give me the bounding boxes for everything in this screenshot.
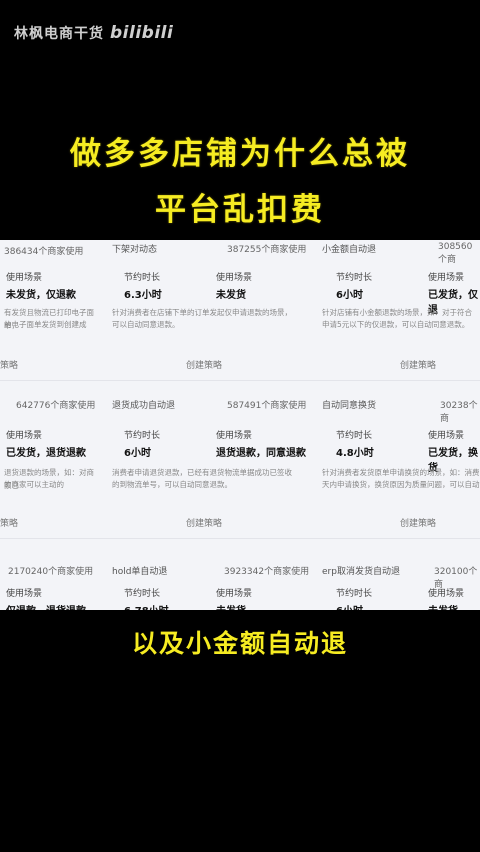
time-label: 节约时长 xyxy=(336,589,373,599)
scene-label: 使用场景 xyxy=(6,431,43,441)
strategy-card: 下架对动态 387255个商家使用 节约时长 6.3小时 使用场景 未发货 针对… xyxy=(112,240,312,360)
time-value: 6.78小时 xyxy=(124,602,169,610)
scene-label: 使用场景 xyxy=(216,273,253,283)
usage-count: 386434个商家使用 xyxy=(4,247,84,257)
strategy-card: hold单自动退 3923342个商家使用 节约时长 6.78小时 使用场景 未… xyxy=(112,550,312,610)
caption-subtitle: 以及小金额自动退 xyxy=(131,629,348,658)
scene-label: 使用场景 xyxy=(428,431,465,441)
scene-value: 未发货 xyxy=(216,602,246,610)
card-description: 申请5元以下的仅退款，可以自动同意退款。 xyxy=(322,320,470,329)
usage-count: 30238个商 xyxy=(440,401,478,424)
scene-label: 使用场景 xyxy=(6,589,43,599)
time-value: 6小时 xyxy=(336,602,363,610)
usage-count: 2170240个商家使用 xyxy=(8,567,94,577)
strategy-card: 2170240个商家使用 使用场景 仅退款，退货退款 xyxy=(0,550,100,610)
strategy-card: 退货成功自动退 587491个商家使用 节约时长 6小时 使用场景 退货退款，同… xyxy=(112,390,312,510)
card-description: 的电子面单发货到创建成 xyxy=(4,320,87,329)
time-value: 6小时 xyxy=(336,290,363,301)
usage-count: 587491个商家使用 xyxy=(227,401,307,411)
bilibili-logo: bilibili xyxy=(110,23,174,43)
scene-value: 未发货 xyxy=(428,602,458,610)
card-description: 天内申请换货，换货原因为质量问题，可以自动 xyxy=(322,480,480,489)
time-value: 6.3小时 xyxy=(124,290,162,301)
card-description: 的到物流单号，可以自动同意退款。 xyxy=(112,480,232,489)
create-strategy-button[interactable]: 创建策略 xyxy=(186,516,222,529)
strategy-name: 下架对动态 xyxy=(112,245,158,255)
scene-label: 使用场景 xyxy=(216,431,253,441)
caption-title-line-2: 平台乱扣费 xyxy=(155,192,325,228)
usage-count: 642776个商家使用 xyxy=(16,401,96,411)
scene-label: 使用场景 xyxy=(6,273,43,283)
time-label: 节约时长 xyxy=(124,589,161,599)
create-strategy-button[interactable]: 创建策略 xyxy=(400,358,436,371)
scene-value: 未发货，仅退款 xyxy=(6,290,76,301)
create-strategy-button[interactable]: 创建策略 xyxy=(186,358,222,371)
strategy-name: 小金额自动退 xyxy=(322,245,377,255)
left-strategy-label: 策略 xyxy=(0,519,19,529)
time-value: 4.8小时 xyxy=(336,448,374,459)
time-label: 节约时长 xyxy=(336,273,373,283)
time-value: 6小时 xyxy=(124,448,151,459)
scene-value: 仅退款，退货退款 xyxy=(6,602,86,610)
watermark-author: 林枫电商干货 xyxy=(14,26,104,42)
strategy-panel: 386434个商家使用 使用场景 未发货，仅退款 有发货且物流已打印电子面单， … xyxy=(0,240,480,610)
create-strategy-button[interactable]: 创建策略 xyxy=(400,516,436,529)
scene-value: 未发货 xyxy=(216,290,246,301)
scene-label: 使用场景 xyxy=(428,273,465,283)
strategy-name: 退货成功自动退 xyxy=(112,401,176,411)
caption-title-line-1: 做多多店铺为什么总被 xyxy=(70,136,410,172)
time-label: 节约时长 xyxy=(124,431,161,441)
row-divider xyxy=(0,538,480,539)
scene-label: 使用场景 xyxy=(428,589,465,599)
scene-label: 使用场景 xyxy=(216,589,253,599)
card-description: 可以自动同意退款。 xyxy=(112,320,180,329)
row-divider xyxy=(0,380,480,381)
usage-count: 3923342个商家使用 xyxy=(224,567,310,577)
watermark: 林枫电商干货 bilibili xyxy=(14,20,173,46)
time-label: 节约时长 xyxy=(124,273,161,283)
usage-count: 308560个商 xyxy=(438,242,473,265)
strategy-card: erp取消发货自动退 320100个商 节约时长 6小时 使用场景 未发货 xyxy=(322,550,480,610)
strategy-name: 自动同意换货 xyxy=(322,401,377,411)
strategy-card: 自动同意换货 30238个商 节约时长 4.8小时 使用场景 已发货，换货 针对… xyxy=(322,390,480,510)
card-description: 的商家可以主动的 xyxy=(4,480,64,489)
usage-count: 387255个商家使用 xyxy=(227,245,307,255)
left-strategy-label: 策略 xyxy=(0,361,19,371)
scene-value: 已发货，退货退款 xyxy=(6,448,86,459)
scene-value: 退货退款，同意退款 xyxy=(216,448,306,459)
strategy-name: hold单自动退 xyxy=(112,567,168,577)
strategy-card: 642776个商家使用 使用场景 已发货，退货退款 退货退款的场景，如：对商家已… xyxy=(0,390,100,510)
time-label: 节约时长 xyxy=(336,431,373,441)
strategy-name: erp取消发货自动退 xyxy=(322,567,400,577)
strategy-card: 小金额自动退 308560个商 节约时长 6小时 使用场景 已发货，仅退 针对店… xyxy=(322,240,480,360)
strategy-card: 386434个商家使用 使用场景 未发货，仅退款 有发货且物流已打印电子面单， … xyxy=(0,240,100,360)
